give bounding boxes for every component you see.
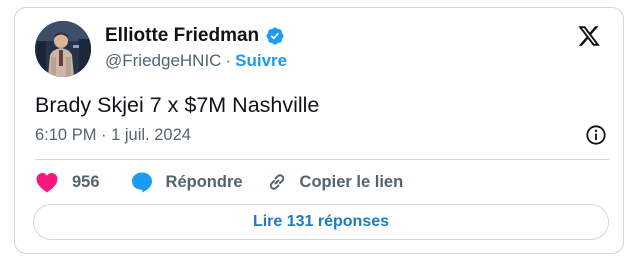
author-display-name[interactable]: Elliotte Friedman [105,25,259,47]
reply-button[interactable]: Répondre [130,170,243,194]
like-button[interactable]: 956 [35,171,100,193]
link-icon [269,174,284,190]
follow-button[interactable]: Suivre [235,51,287,70]
tweet-timestamp[interactable]: 6:10 PM · 1 juil. 2024 [35,126,191,145]
copy-link-button[interactable]: Copier le lien [265,170,404,194]
tweet-text: Brady Skjei 7 x $7M Nashville [35,93,320,117]
copy-link-label: Copier le lien [299,172,404,191]
like-count: 956 [72,172,100,191]
avatar[interactable] [35,21,91,77]
reply-label: Répondre [165,172,243,191]
author-handle[interactable]: @FriedgeHNIC [105,51,221,70]
verified-badge-icon [266,27,284,45]
divider [35,159,609,160]
author-name-row: Elliotte Friedman [105,24,285,48]
info-icon[interactable] [585,124,607,146]
x-logo-icon[interactable] [577,24,601,48]
speech-bubble-icon [131,172,152,193]
handle-separator: · [225,51,232,70]
action-bar: 956 Répondre Copier le lien [35,168,403,196]
tweet-card: Elliotte Friedman @FriedgeHNIC · Suivre Br… [14,7,624,254]
author-handle-row: @FriedgeHNIC · Suivre [105,51,287,71]
read-replies-button[interactable]: Lire 131 réponses [33,204,609,240]
heart-icon [36,173,58,193]
read-replies-label: Lire 131 réponses [252,213,390,230]
